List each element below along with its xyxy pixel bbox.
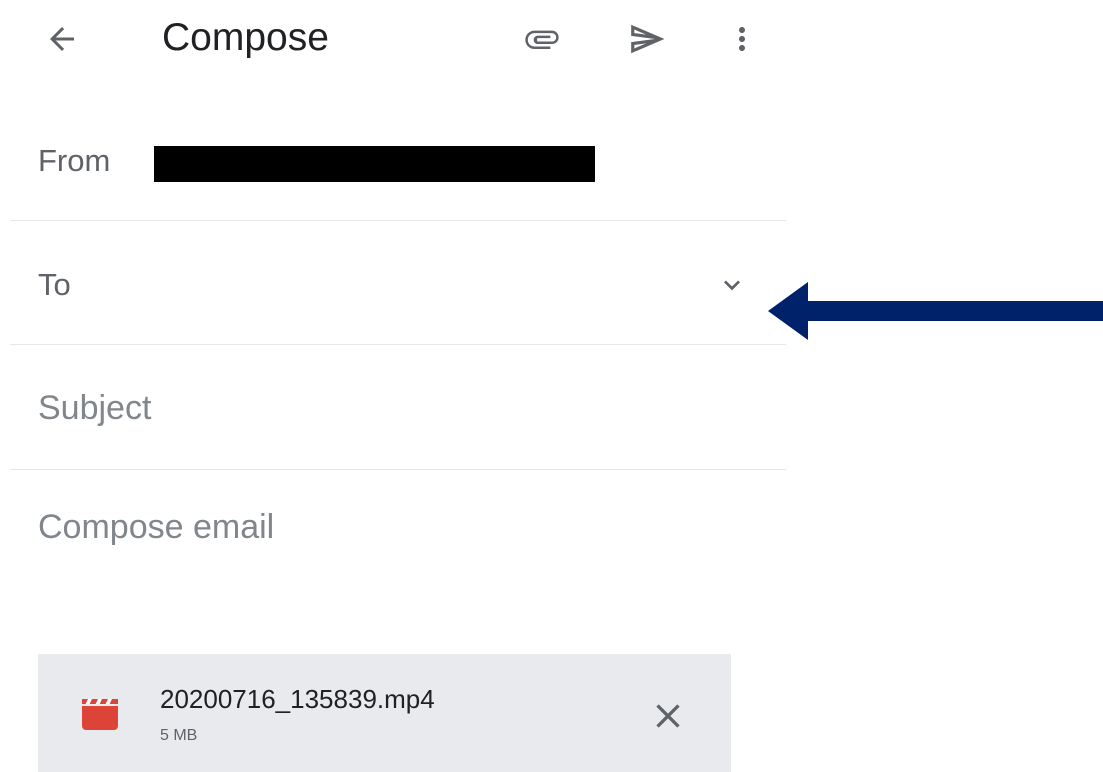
annotation-arrow-icon (768, 282, 1103, 340)
to-field-row[interactable]: To (10, 221, 786, 345)
from-label: From (38, 143, 111, 178)
compose-body-field[interactable]: Compose email (10, 470, 786, 620)
send-icon (631, 24, 665, 54)
back-button[interactable] (38, 15, 86, 63)
send-button[interactable] (623, 15, 671, 63)
to-expand-button[interactable] (710, 263, 754, 307)
video-clapperboard-icon (82, 699, 118, 730)
subject-placeholder: Subject (38, 389, 152, 427)
paperclip-icon (525, 30, 559, 49)
from-field-row[interactable]: From (10, 110, 786, 221)
compose-body-placeholder: Compose email (38, 508, 275, 546)
app-bar: Compose (0, 0, 790, 80)
close-icon (656, 704, 680, 728)
remove-attachment-button[interactable] (646, 694, 690, 738)
subject-field[interactable]: Subject (10, 345, 786, 470)
arrow-back-icon (50, 27, 74, 51)
attachment-chip[interactable]: 20200716_135839.mp4 5 MB (38, 654, 731, 772)
more-vert-icon (739, 27, 745, 51)
redacted-sender-address (154, 146, 595, 182)
attach-file-button[interactable] (518, 15, 566, 63)
more-options-button[interactable] (718, 15, 766, 63)
page-title: Compose (162, 16, 329, 59)
chevron-down-icon (724, 280, 740, 291)
compose-screen: Compose From To Subject Compose email 20… (0, 0, 1103, 772)
to-label: To (38, 267, 71, 302)
attachment-filename: 20200716_135839.mp4 (160, 684, 435, 714)
attachment-size: 5 MB (160, 727, 198, 744)
